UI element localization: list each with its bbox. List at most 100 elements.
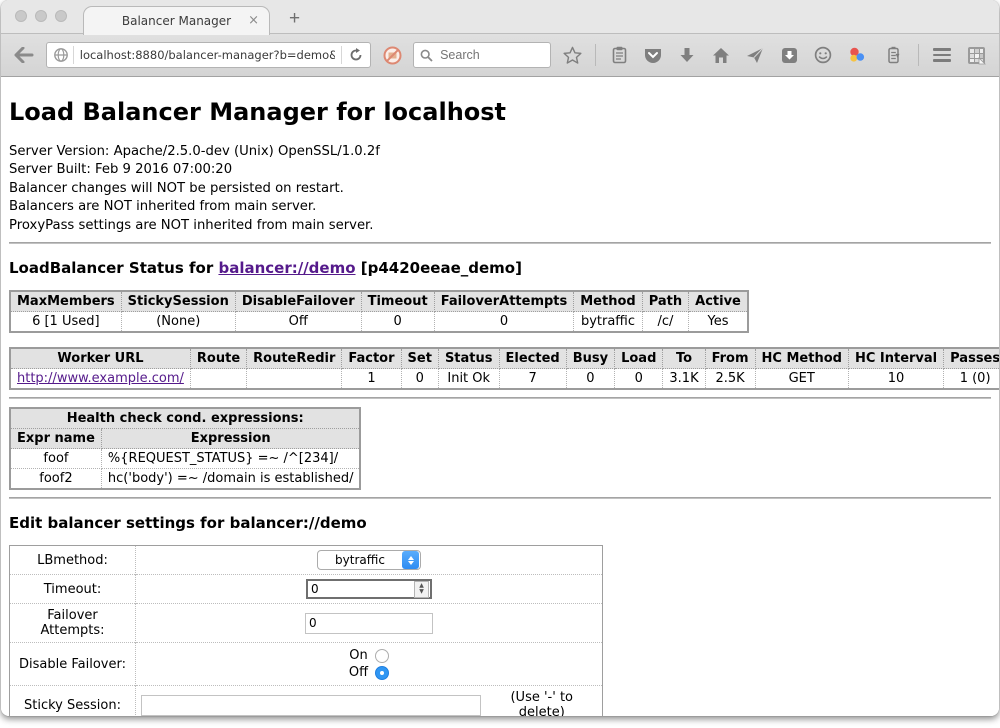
paper-plane-icon — [746, 47, 764, 64]
worker-table: Worker URL Route RouteRedir Factor Set S… — [9, 347, 999, 390]
pocket-icon — [644, 47, 662, 64]
table-header-row: Expr name Expression — [10, 429, 360, 449]
colored-dots-icon — [848, 46, 866, 64]
chat-button[interactable] — [810, 41, 836, 69]
toolbar-separator — [595, 44, 596, 66]
timeout-row: Timeout: ▲▼ — [10, 575, 603, 604]
table-header-row: Worker URL Route RouteRedir Factor Set S… — [10, 348, 999, 369]
hamburger-icon — [933, 48, 951, 51]
extension-dots-button[interactable] — [844, 41, 870, 69]
content-blocked-button[interactable] — [379, 41, 405, 69]
health-table-title: Health check cond. expressions: — [10, 408, 360, 429]
server-info: Server Version: Apache/2.5.0-dev (Unix) … — [9, 143, 991, 235]
loadbalancer-status-heading: LoadBalancer Status for balancer://demo … — [9, 259, 991, 277]
table-header-row: MaxMembers StickySession DisableFailover… — [10, 291, 748, 312]
table-row: foof %{REQUEST_STATUS} =~ /^[234]/ — [10, 449, 360, 469]
worker-url-link[interactable]: http://www.example.com/ — [17, 371, 184, 386]
reload-separator — [341, 46, 342, 64]
number-spinner-icon[interactable]: ▲▼ — [414, 581, 429, 598]
globe-icon — [53, 47, 69, 63]
worker-row: http://www.example.com/ 1 0 Init Ok 7 0 … — [10, 369, 999, 390]
close-window-button[interactable] — [15, 10, 27, 22]
balancer-params-table: MaxMembers StickySession DisableFailover… — [9, 290, 749, 333]
screenshot-extension-button[interactable] — [963, 41, 989, 69]
reload-button[interactable] — [346, 41, 366, 69]
pixel-grid-icon — [967, 46, 986, 65]
smiley-icon — [814, 46, 832, 64]
browser-window: Balancer Manager × + — [1, 0, 999, 716]
failover-attempts-input[interactable] — [305, 613, 433, 634]
disable-failover-row: Disable Failover: On Off — [10, 643, 603, 686]
star-icon — [563, 46, 582, 64]
sticky-session-row: Sticky Session: (Use '-' to delete) — [10, 686, 603, 716]
disable-failover-off-radio[interactable] — [375, 666, 389, 680]
timeout-field-wrap: ▲▼ — [306, 579, 432, 599]
search-input[interactable] — [438, 47, 544, 63]
downloads-button[interactable] — [674, 41, 700, 69]
disable-failover-label: Disable Failover: — [10, 643, 136, 686]
toolbar-separator-2 — [918, 44, 919, 66]
lbmethod-label: LBmethod: — [10, 546, 136, 575]
server-version-line: Server Version: Apache/2.5.0-dev (Unix) … — [9, 143, 991, 161]
reload-icon — [349, 48, 363, 62]
clipboard-button[interactable] — [606, 41, 632, 69]
download-arrow-icon — [679, 47, 695, 64]
sticky-session-label: Sticky Session: — [10, 686, 136, 716]
new-tab-button[interactable]: + — [283, 8, 306, 29]
save-to-button[interactable] — [776, 41, 802, 69]
failover-attempts-row: Failover Attempts: — [10, 604, 603, 643]
menu-button[interactable] — [929, 41, 955, 69]
blocked-content-icon — [383, 46, 402, 65]
radio-on-row: On — [141, 647, 597, 664]
select-stepper-icon — [402, 551, 419, 569]
page-content: Load Balancer Manager for localhost Serv… — [1, 77, 999, 716]
identity-separator — [73, 46, 74, 64]
url-bar[interactable] — [46, 42, 371, 68]
url-input[interactable] — [78, 48, 337, 62]
timeout-input[interactable] — [308, 582, 414, 596]
edit-balancer-form: LBmethod: bytraffic Timeout: ▲▼ — [9, 545, 603, 716]
tab-strip: Balancer Manager × + — [1, 0, 999, 34]
minimize-window-button[interactable] — [35, 10, 47, 22]
navigation-toolbar: ▾ — [1, 34, 999, 77]
bookmark-star-button[interactable] — [559, 41, 585, 69]
search-bar[interactable] — [413, 42, 551, 68]
section-divider — [9, 397, 991, 399]
radio-off-row: Off — [141, 664, 597, 681]
inherit-note-line: Balancers are NOT inherited from main se… — [9, 198, 991, 216]
tab-title: Balancer Manager — [122, 14, 231, 28]
server-built-line: Server Built: Feb 9 2016 07:00:20 — [9, 161, 991, 179]
zoom-window-button[interactable] — [55, 10, 67, 22]
radio-off-label: Off — [349, 664, 368, 681]
section-divider — [9, 497, 991, 499]
lbmethod-row: LBmethod: bytraffic — [10, 546, 603, 575]
table-row: 6 [1 Used] (None) Off 0 0 bytraffic /c/ … — [10, 312, 748, 333]
radio-on-label: On — [349, 647, 367, 664]
disable-failover-on-radio[interactable] — [375, 649, 389, 663]
clipboard-icon — [612, 46, 627, 64]
notes-button[interactable]: ▾ — [878, 41, 908, 69]
sticky-session-hint: (Use '-' to delete) — [487, 690, 598, 716]
timeout-label: Timeout: — [10, 575, 136, 604]
section-divider — [9, 242, 991, 244]
search-icon — [420, 49, 433, 62]
table-row: foof2 hc('body') =~ /domain is establish… — [10, 469, 360, 490]
proxypass-note-line: ProxyPass settings are NOT inherited fro… — [9, 217, 991, 235]
pocket-button[interactable] — [640, 41, 666, 69]
close-tab-icon[interactable]: × — [248, 13, 259, 28]
notes-dropdown-caret-icon[interactable]: ▾ — [896, 51, 900, 60]
table-title-row: Health check cond. expressions: — [10, 408, 360, 429]
page-title: Load Balancer Manager for localhost — [9, 98, 991, 126]
home-icon — [712, 47, 730, 64]
sticky-session-input[interactable] — [141, 695, 481, 716]
back-button[interactable] — [11, 41, 38, 69]
home-button[interactable] — [708, 41, 734, 69]
send-tab-button[interactable] — [742, 41, 768, 69]
lbmethod-select[interactable]: bytraffic — [317, 550, 421, 570]
health-check-table: Health check cond. expressions: Expr nam… — [9, 407, 361, 490]
balancer-demo-link[interactable]: balancer://demo — [218, 259, 355, 277]
window-controls[interactable] — [15, 10, 67, 22]
back-arrow-icon — [14, 47, 34, 63]
tab-balancer-manager[interactable]: Balancer Manager × — [83, 6, 270, 35]
edit-balancer-heading: Edit balancer settings for balancer://de… — [9, 514, 991, 532]
